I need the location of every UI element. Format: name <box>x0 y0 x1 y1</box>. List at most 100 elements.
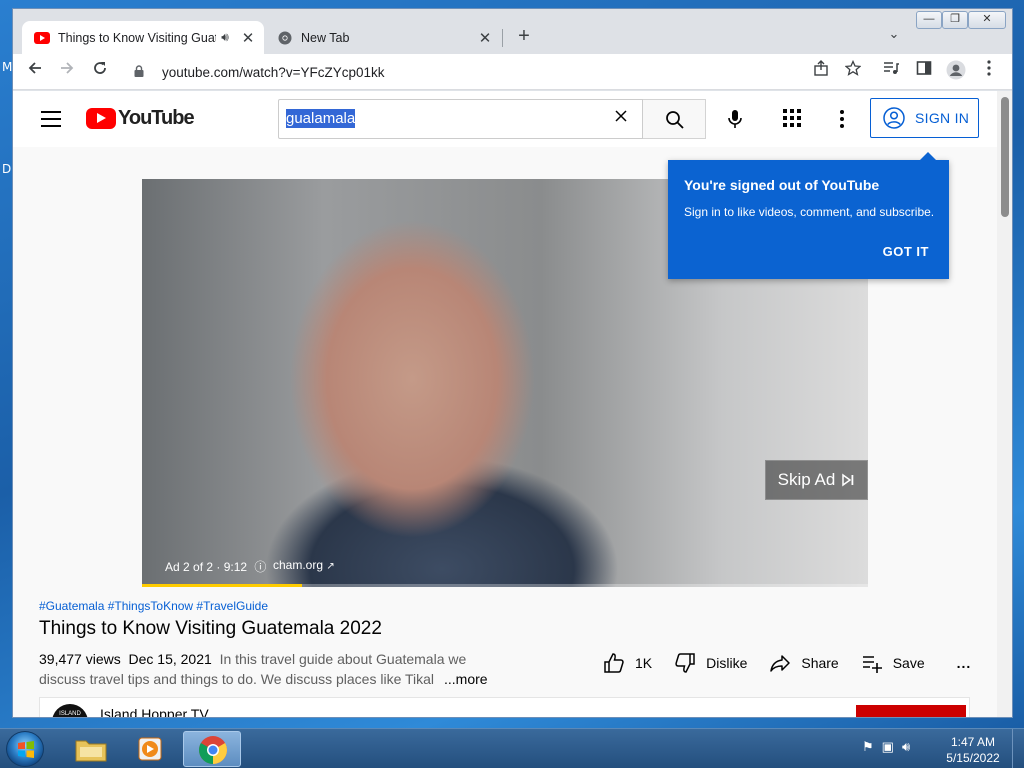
like-count: 1K <box>635 655 653 671</box>
tab-title: Things to Know Visiting Guat <box>58 30 216 45</box>
taskbar-explorer[interactable] <box>62 731 120 767</box>
reload-icon[interactable] <box>88 60 112 84</box>
taskbar-chrome[interactable] <box>183 731 241 767</box>
system-tray: ⚑ ▣ 🔊︎ <box>862 739 910 755</box>
sign-in-button[interactable]: SIGN IN <box>870 98 979 138</box>
more-actions-button[interactable]: ... <box>957 655 972 671</box>
chrome-menu-icon[interactable] <box>977 60 1001 84</box>
channel-avatar[interactable]: ISLAND HOPPER <box>52 704 88 717</box>
back-arrow-icon[interactable] <box>23 60 47 84</box>
thumbs-down-icon <box>675 653 695 673</box>
close-tab-icon[interactable]: ✕ <box>475 29 495 47</box>
clock-date: 5/15/2022 <box>946 751 1000 765</box>
dislike-label: Dislike <box>706 655 748 671</box>
share-page-icon[interactable] <box>809 60 833 84</box>
url-text: youtube.com/watch?v=YFcZYcp01kk <box>162 64 385 80</box>
microphone-icon[interactable] <box>723 107 747 131</box>
network-icon[interactable]: ▣ <box>882 739 894 755</box>
settings-more-vertical-icon[interactable] <box>833 107 851 131</box>
video-hashtags[interactable]: #Guatemala #ThingsToKnow #TravelGuide <box>39 599 268 613</box>
desktop-icon-label: M <box>2 60 13 74</box>
bookmark-star-icon[interactable] <box>841 59 865 84</box>
description-line: discuss travel tips and things to do. We… <box>39 671 435 687</box>
search-button[interactable] <box>643 99 706 139</box>
tab-separator <box>502 29 503 47</box>
youtube-wordmark: YouTube <box>118 107 195 129</box>
volume-icon[interactable]: 🔊︎ <box>902 739 910 755</box>
windows-logo-icon <box>18 741 34 758</box>
search-icon <box>666 111 684 129</box>
share-label: Share <box>801 655 839 671</box>
youtube-favicon-icon <box>34 30 50 46</box>
save-label: Save <box>892 655 925 671</box>
restore-button[interactable]: ❐ <box>942 11 968 29</box>
ad-advertiser-link[interactable]: cham.org ↗ <box>273 558 335 572</box>
browser-toolbar: youtube.com/watch?v=YFcZYcp01kk <box>13 54 1012 90</box>
sign-in-label: SIGN IN <box>915 110 970 126</box>
minimize-button[interactable]: — <box>916 11 942 29</box>
tab-search-chevron-icon[interactable]: ⌄ <box>885 26 903 44</box>
hamburger-menu-icon[interactable] <box>41 111 61 127</box>
youtube-page: YouTube gualamala SIGN IN Skip Ad Ad 2 o… <box>13 91 997 717</box>
media-player-icon <box>138 737 162 761</box>
video-description[interactable]: 39,477 views Dec 15, 2021 In this travel… <box>39 649 499 689</box>
description-line: In this travel guide about Guatemala we <box>219 651 467 667</box>
side-panel-icon[interactable] <box>912 60 936 84</box>
save-button[interactable]: Save <box>861 652 925 674</box>
media-control-icon[interactable] <box>879 60 903 84</box>
like-button[interactable]: 1K <box>603 652 652 674</box>
youtube-apps-grid-icon[interactable] <box>783 109 803 129</box>
new-tab-button[interactable]: + <box>513 25 535 47</box>
video-actions: 1K Dislike Share Save ... <box>603 651 993 675</box>
start-button[interactable] <box>6 731 44 767</box>
dislike-button[interactable]: Dislike <box>674 652 747 674</box>
chrome-icon <box>199 736 227 764</box>
scrollbar-thumb[interactable] <box>1001 97 1009 217</box>
clock-time: 1:47 AM <box>950 735 996 749</box>
taskbar-media-player[interactable] <box>122 731 180 767</box>
forward-arrow-icon[interactable] <box>55 60 79 84</box>
tab-new-tab[interactable]: New Tab ✕ <box>265 21 501 54</box>
desktop-icon-label: D <box>2 162 12 176</box>
subscribe-button[interactable]: SUBSCRIBE <box>856 705 966 717</box>
skip-ad-label: Skip Ad <box>777 470 836 489</box>
close-window-button[interactable]: ✕ <box>968 11 1006 29</box>
upload-date: Dec 15, 2021 <box>128 651 212 667</box>
popup-title: You're signed out of YouTube <box>684 177 880 193</box>
show-more-link[interactable]: ...more <box>442 669 488 689</box>
share-arrow-icon <box>770 655 791 672</box>
search-input[interactable]: gualamala <box>278 99 643 139</box>
youtube-logo[interactable]: YouTube <box>86 107 195 130</box>
action-center-flag-icon[interactable]: ⚑ <box>862 739 874 755</box>
tab-title: New Tab <box>301 30 350 45</box>
info-circle-icon[interactable]: ⓘ <box>254 560 266 574</box>
ad-progress-fill <box>142 584 302 587</box>
external-link-icon: ↗ <box>326 561 335 572</box>
show-desktop-button[interactable] <box>1012 729 1024 768</box>
channel-row: ISLAND HOPPER Island Hopper TV SUBSCRIBE <box>39 697 970 717</box>
lock-icon <box>134 64 148 80</box>
youtube-play-icon <box>86 108 116 129</box>
channel-name[interactable]: Island Hopper TV <box>100 706 209 717</box>
tab-youtube[interactable]: Things to Know Visiting Guat 🔊︎ ✕ <box>22 21 264 54</box>
profile-avatar-icon[interactable] <box>944 60 968 84</box>
close-tab-icon[interactable]: ✕ <box>238 29 258 47</box>
signed-out-popup: You're signed out of YouTube Sign in to … <box>668 152 949 279</box>
youtube-header: YouTube gualamala SIGN IN <box>13 91 997 147</box>
windows-taskbar: ⚑ ▣ 🔊︎ 1:47 AM 5/15/2022 <box>0 728 1024 768</box>
ad-progress-bar[interactable] <box>142 584 868 587</box>
address-bar[interactable]: youtube.com/watch?v=YFcZYcp01kk <box>125 58 845 86</box>
speaker-icon[interactable]: 🔊︎ <box>216 30 234 45</box>
skip-next-icon <box>842 473 854 487</box>
share-button[interactable]: Share <box>769 652 839 674</box>
taskbar-clock[interactable]: 1:47 AM 5/15/2022 <box>940 734 1006 766</box>
popup-body: Sign in to like videos, comment, and sub… <box>684 205 935 219</box>
browser-window: Things to Know Visiting Guat 🔊︎ ✕ New Ta… <box>12 8 1013 718</box>
skip-ad-button[interactable]: Skip Ad <box>765 460 868 500</box>
clear-search-icon[interactable] <box>613 108 629 129</box>
page-scrollbar[interactable] <box>997 91 1012 717</box>
ad-domain: cham.org <box>273 558 324 572</box>
got-it-button[interactable]: GOT IT <box>883 244 929 259</box>
chrome-favicon-icon <box>277 30 293 46</box>
thumbs-up-icon <box>604 653 624 673</box>
